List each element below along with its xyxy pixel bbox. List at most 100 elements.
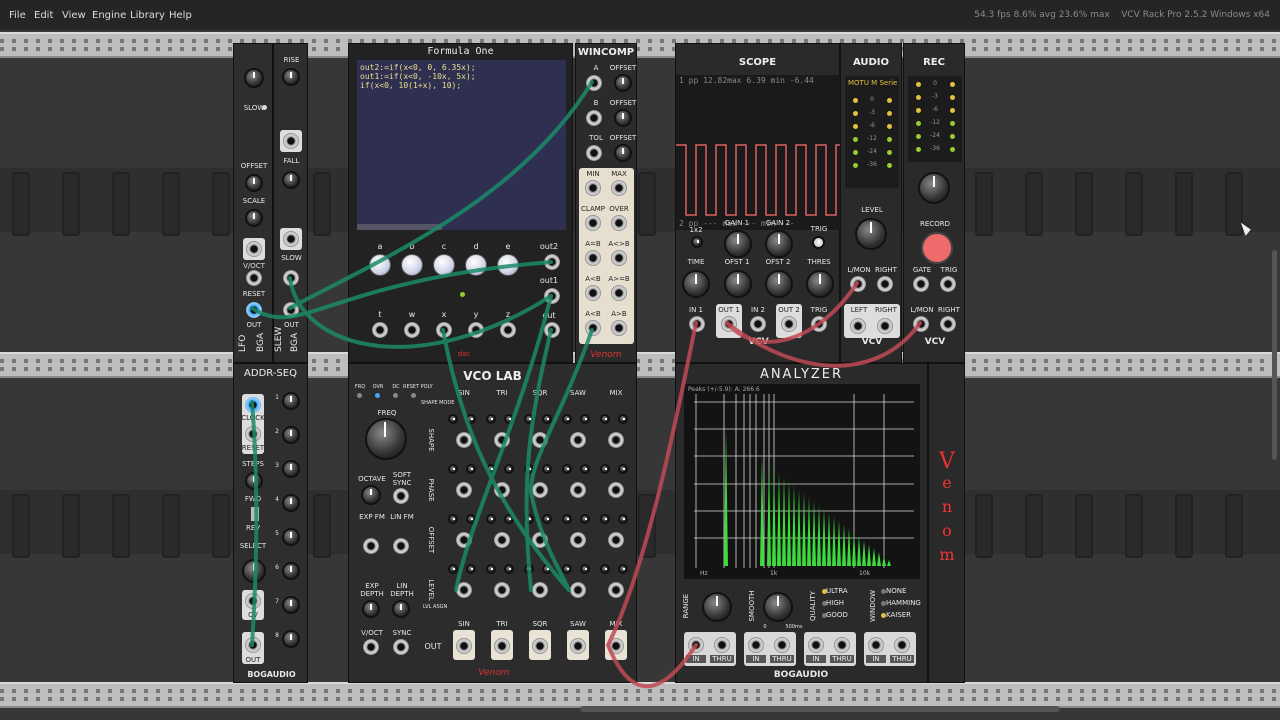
offset2-knob[interactable]	[765, 270, 793, 298]
menu-help[interactable]: Help	[169, 10, 192, 21]
freq-knob[interactable]	[365, 418, 407, 460]
vertical-scrollbar[interactable]	[1272, 250, 1277, 460]
menu-engine[interactable]: Engine	[92, 10, 126, 21]
input-w-jack[interactable]	[404, 322, 420, 338]
small-attenuator-knob[interactable]	[580, 564, 590, 574]
rec-trig-jack[interactable]	[940, 276, 956, 292]
mod-input-jack[interactable]	[494, 582, 510, 598]
sync-jack[interactable]	[393, 639, 409, 655]
offset-a-knob[interactable]	[614, 74, 632, 92]
analyzer-thru-jack[interactable]	[894, 637, 910, 653]
smooth-knob[interactable]	[763, 592, 793, 622]
clock-input-jack[interactable]	[245, 397, 261, 413]
wincomp-output-jack[interactable]	[585, 180, 601, 196]
quality-option[interactable]: GOOD	[826, 611, 856, 619]
small-attenuator-knob[interactable]	[618, 564, 628, 574]
small-attenuator-knob[interactable]	[542, 464, 552, 474]
small-attenuator-knob[interactable]	[562, 414, 572, 424]
mod-input-jack[interactable]	[456, 432, 472, 448]
menu-view[interactable]: View	[62, 10, 86, 21]
small-attenuator-knob[interactable]	[542, 514, 552, 524]
trig-button[interactable]	[812, 236, 825, 249]
menu-file[interactable]: File	[9, 10, 26, 21]
small-attenuator-knob[interactable]	[466, 514, 476, 524]
small-attenuator-knob[interactable]	[448, 514, 458, 524]
wave-output-jack[interactable]	[570, 638, 586, 654]
small-attenuator-knob[interactable]	[486, 414, 496, 424]
input-x-jack[interactable]	[436, 322, 452, 338]
small-attenuator-knob[interactable]	[486, 514, 496, 524]
lfo-output-jack[interactable]	[246, 302, 262, 318]
wincomp-output-jack[interactable]	[611, 180, 627, 196]
menu-library[interactable]: Library	[130, 10, 165, 21]
small-attenuator-knob[interactable]	[504, 564, 514, 574]
fall-cv-jack[interactable]	[283, 231, 299, 247]
octave-knob[interactable]	[361, 485, 381, 505]
small-attenuator-knob[interactable]	[542, 414, 552, 424]
wincomp-output-jack[interactable]	[585, 215, 601, 231]
soft-sync-jack[interactable]	[393, 488, 409, 504]
small-attenuator-knob[interactable]	[562, 514, 572, 524]
audio-left-out-jack[interactable]	[850, 318, 866, 334]
vco-lab-module[interactable]: VCO LAB FRQ OVR DC RESET POLY SHAPE MODE FR…	[348, 363, 637, 683]
analyzer-in-jack[interactable]	[868, 637, 884, 653]
wincomp-output-jack[interactable]	[585, 285, 601, 301]
audio-right-out-jack[interactable]	[877, 318, 893, 334]
small-attenuator-knob[interactable]	[618, 464, 628, 474]
exp-fm-jack[interactable]	[363, 538, 379, 554]
mod-input-jack[interactable]	[570, 432, 586, 448]
step-knob[interactable]	[282, 392, 300, 410]
slew-input-jack[interactable]	[283, 270, 299, 286]
step-knob[interactable]	[282, 596, 300, 614]
audio-device-name[interactable]: MOTU M Serie	[848, 79, 897, 87]
analyzer-in-jack[interactable]	[688, 637, 704, 653]
mod-input-jack[interactable]	[532, 482, 548, 498]
mod-input-jack[interactable]	[608, 532, 624, 548]
mod-input-jack[interactable]	[456, 582, 472, 598]
time-knob[interactable]	[682, 270, 710, 298]
small-attenuator-knob[interactable]	[524, 564, 534, 574]
small-attenuator-knob[interactable]	[504, 464, 514, 474]
mod-input-jack[interactable]	[532, 432, 548, 448]
small-attenuator-knob[interactable]	[618, 414, 628, 424]
small-attenuator-knob[interactable]	[600, 414, 610, 424]
direction-switch[interactable]	[250, 506, 260, 522]
small-attenuator-knob[interactable]	[542, 564, 552, 574]
quality-option[interactable]: ULTRA	[826, 587, 856, 595]
input-t-jack[interactable]	[372, 322, 388, 338]
wincomp-output-jack[interactable]	[611, 250, 627, 266]
small-attenuator-knob[interactable]	[562, 564, 572, 574]
param-b-knob[interactable]	[401, 254, 423, 276]
venom-blank-module[interactable]: Venom	[928, 363, 965, 683]
input-z-jack[interactable]	[500, 322, 516, 338]
window-option[interactable]: NONE	[886, 587, 926, 595]
mod-input-jack[interactable]	[456, 482, 472, 498]
formula-output-jack[interactable]	[544, 322, 560, 338]
formula-one-module[interactable]: Formula One out2:=if(x<0, 0, 6.35x); out…	[348, 43, 573, 363]
formula-output-jack[interactable]	[544, 254, 560, 270]
small-attenuator-knob[interactable]	[486, 564, 496, 574]
param-c-knob[interactable]	[433, 254, 455, 276]
param-e-knob[interactable]	[497, 254, 519, 276]
audio-right-jack[interactable]	[877, 276, 893, 292]
level-knob[interactable]	[855, 218, 887, 250]
small-attenuator-knob[interactable]	[448, 414, 458, 424]
menu-edit[interactable]: Edit	[34, 10, 53, 21]
offset-tol-knob[interactable]	[614, 144, 632, 162]
out1-jack[interactable]	[721, 316, 737, 332]
step-knob[interactable]	[282, 528, 300, 546]
input-y-jack[interactable]	[468, 322, 484, 338]
out2-jack[interactable]	[781, 316, 797, 332]
rise-cv-jack[interactable]	[283, 133, 299, 149]
param-a-knob[interactable]	[369, 254, 391, 276]
mod-input-jack[interactable]	[456, 532, 472, 548]
threshold-knob[interactable]	[806, 270, 834, 298]
small-attenuator-knob[interactable]	[486, 464, 496, 474]
slew-output-jack[interactable]	[283, 302, 299, 318]
mod-input-jack[interactable]	[494, 482, 510, 498]
small-attenuator-knob[interactable]	[580, 414, 590, 424]
in2-jack[interactable]	[750, 316, 766, 332]
voct-jack[interactable]	[363, 639, 379, 655]
step-knob[interactable]	[282, 494, 300, 512]
lin-depth-knob[interactable]	[392, 600, 410, 618]
